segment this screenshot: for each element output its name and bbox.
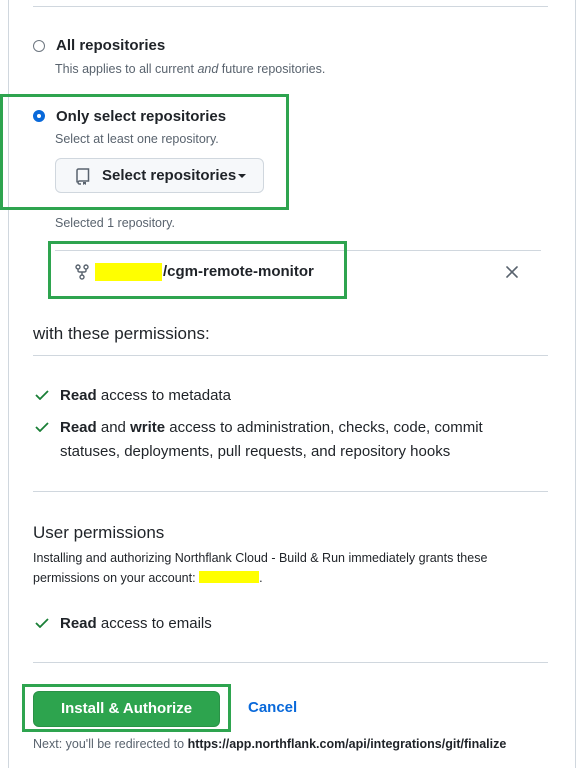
top-divider xyxy=(33,6,548,7)
selected-repo-row-divider xyxy=(55,250,541,251)
only-select-repositories-description: Select at least one repository. xyxy=(55,132,219,146)
repo-forked-icon xyxy=(75,264,89,280)
cancel-link[interactable]: Cancel xyxy=(248,699,297,716)
redirect-note: Next: you'll be redirected to https://ap… xyxy=(33,737,507,751)
actions-divider xyxy=(33,662,548,663)
panel-left-border xyxy=(8,0,9,768)
only-select-repositories-radio[interactable] xyxy=(33,110,45,122)
selected-repo-name[interactable]: /cgm-remote-monitor xyxy=(163,263,314,280)
caret-down-icon xyxy=(238,174,246,178)
user-permissions-description: Installing and authorizing Northflank Cl… xyxy=(33,551,488,585)
redacted-account-name xyxy=(199,571,260,583)
check-icon xyxy=(35,390,49,400)
permission-item-read-write: Read and write access to administration,… xyxy=(60,419,483,460)
permissions-divider xyxy=(33,355,548,356)
check-icon xyxy=(35,618,49,628)
user-permission-item-emails: Read access to emails xyxy=(60,615,212,632)
select-repositories-button-label: Select repositories xyxy=(102,167,237,184)
permission-item-metadata: Read access to metadata xyxy=(60,387,231,404)
redacted-owner-name xyxy=(95,263,162,281)
all-repositories-description: This applies to all current and future r… xyxy=(55,62,326,76)
repository-permissions-title: with these permissions: xyxy=(33,324,210,343)
redirect-url: https://app.northflank.com/api/integrati… xyxy=(187,737,507,751)
repo-icon xyxy=(76,168,90,185)
remove-repo-x-icon[interactable] xyxy=(505,265,519,279)
all-repositories-radio[interactable] xyxy=(33,40,45,52)
user-permissions-divider xyxy=(33,491,548,492)
select-repositories-button[interactable]: Select repositories xyxy=(55,158,264,193)
all-repositories-label[interactable]: All repositories xyxy=(56,37,165,54)
user-permissions-title: User permissions xyxy=(33,523,165,542)
panel-right-border xyxy=(575,0,576,768)
selected-count: Selected 1 repository. xyxy=(55,216,175,230)
install-authorize-button[interactable]: Install & Authorize xyxy=(33,691,220,727)
only-select-repositories-label[interactable]: Only select repositories xyxy=(56,108,226,125)
check-icon xyxy=(35,422,49,432)
